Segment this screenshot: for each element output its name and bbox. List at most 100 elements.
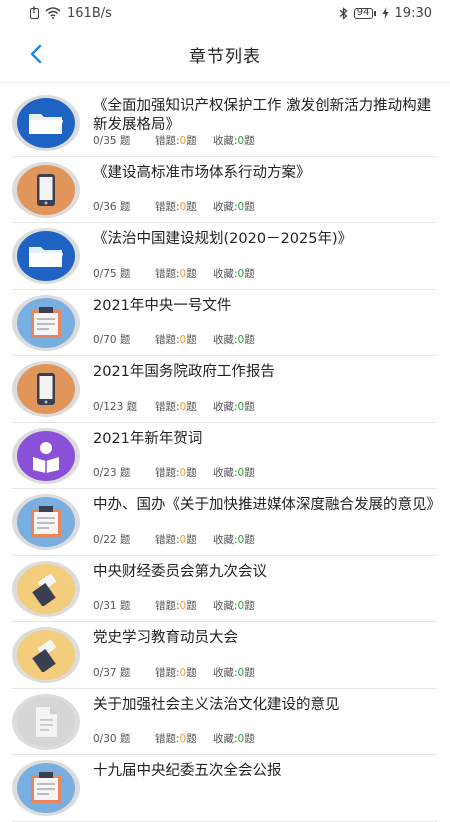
chapter-title: 关于加强社会主义法治文化建设的意见 (93, 696, 340, 713)
chapter-list-item-9[interactable]: 党史学习教育动员大会 0/37 题 错题:0题 收藏:0题 (12, 622, 437, 689)
chapter-text: 2021年中央一号文件 (93, 297, 437, 316)
favorite-label: 收藏: (213, 334, 238, 346)
chapter-title: 2021年国务院政府工作报告 (93, 364, 275, 380)
folder-icon (29, 247, 63, 267)
wrong-count: 错题:0题 (155, 532, 213, 547)
wrong-label: 错题: (155, 600, 180, 612)
question-count: 0/30 题 (93, 733, 131, 745)
favorite-count: 收藏:0题 (213, 731, 255, 746)
favorite-count: 收藏:0题 (213, 665, 255, 680)
chapter-title: 2021年中央一号文件 (93, 297, 232, 314)
wrong-count: 错题:0题 (155, 133, 213, 148)
network-speed: 161B/s (67, 5, 112, 21)
chapter-list-item-3[interactable]: 《法治中国建设规划(2020－2025年)》 0/75 题 错题:0题 收藏:0… (12, 223, 437, 290)
favorite-label: 收藏: (213, 400, 238, 413)
chapter-stats: 0/70 题 错题:0题 收藏:0题 (93, 332, 255, 347)
status-left: 161B/s (30, 6, 112, 21)
stamp-icon (32, 572, 57, 606)
wrong-count: 错题:0题 (155, 465, 213, 480)
chapter-stats: 0/123 题 错题:0题 收藏:0题 (93, 399, 255, 414)
header: 章节列表 (0, 26, 450, 83)
wrong-unit: 题 (186, 666, 197, 679)
question-count: 0/123 题 (93, 400, 138, 413)
folder-icon (29, 114, 63, 134)
chapter-text: 中央财经委员会第九次会议 (93, 563, 437, 582)
back-button[interactable] (22, 40, 50, 68)
chapter-list-item-2[interactable]: 《建设高标准市场体系行动方案》 0/36 题 错题:0题 收藏:0题 (12, 157, 437, 223)
wrong-count: 错题:0题 (155, 665, 213, 680)
chapter-title: 《法治中国建设规划(2020－2025年)》 (93, 231, 353, 247)
chapter-list-item-5[interactable]: 2021年国务院政府工作报告 0/123 题 错题:0题 收藏:0题 (12, 356, 437, 423)
chapter-list-item-4[interactable]: 2021年中央一号文件 0/70 题 错题:0题 收藏:0题 (12, 290, 437, 356)
favorite-count: 收藏:0题 (213, 399, 255, 414)
chapter-list: 《全面加强知识产权保护工作 激发创新活力推动构建新发展格局》 0/35 题 错题… (0, 90, 450, 822)
chapter-thumbnail-inner (17, 497, 75, 547)
chapter-title: 党史学习教育动员大会 (93, 630, 238, 646)
wrong-label: 错题: (155, 267, 180, 280)
chapter-text: 关于加强社会主义法治文化建设的意见 (93, 696, 437, 715)
phone-icon (37, 173, 55, 206)
document-icon (36, 706, 57, 737)
favorite-count: 收藏:0题 (213, 199, 255, 214)
reader-icon (33, 441, 59, 473)
chapter-thumbnail-inner (17, 164, 75, 215)
chapter-text: 2021年新年贺词 (93, 430, 437, 449)
chapter-text: 中办、国办《关于加快推进媒体深度融合发展的意见》 (93, 496, 437, 515)
chapter-text: 《法治中国建设规划(2020－2025年)》 (93, 230, 437, 249)
status-right: 94 19:30 (339, 6, 432, 21)
chapter-thumbnail (12, 427, 80, 484)
wrong-unit: 题 (186, 267, 197, 280)
wrong-label: 错题: (155, 134, 180, 147)
chapter-thumbnail-inner (17, 563, 75, 614)
clipboard-icon (31, 306, 61, 338)
chapter-list-item-8[interactable]: 中央财经委员会第九次会议 0/31 题 错题:0题 收藏:0题 (12, 556, 437, 622)
battery-level: 94 (353, 7, 373, 19)
chapter-stats: 0/23 题 错题:0题 收藏:0题 (93, 465, 255, 480)
chapter-text: 党史学习教育动员大会 (93, 629, 437, 648)
wrong-count: 错题:0题 (155, 332, 213, 347)
chapter-thumbnail-inner (17, 364, 75, 414)
chapter-text: 《全面加强知识产权保护工作 激发创新活力推动构建新发展格局》 (93, 97, 437, 135)
chapter-list-item-7[interactable]: 中办、国办《关于加快推进媒体深度融合发展的意见》 0/22 题 错题:0题 收藏… (12, 489, 437, 556)
favorite-count: 收藏:0题 (213, 266, 255, 281)
chapter-thumbnail (12, 760, 80, 816)
chapter-list-item-1[interactable]: 《全面加强知识产权保护工作 激发创新活力推动构建新发展格局》 0/35 题 错题… (12, 90, 437, 157)
chapter-list-item-11[interactable]: 十九届中央纪委五次全会公报 (12, 755, 437, 822)
chapter-title: 十九届中央纪委五次全会公报 (93, 763, 282, 779)
chapter-thumbnail (12, 95, 80, 151)
favorite-unit: 题 (244, 600, 255, 612)
chapter-title: 《全面加强知识产权保护工作 激发创新活力推动构建新发展格局》 (93, 98, 432, 133)
chapter-title: 2021年新年贺词 (93, 430, 203, 447)
wrong-label: 错题: (155, 733, 180, 745)
chapter-thumbnail (12, 228, 80, 284)
wrong-unit: 题 (186, 134, 197, 147)
question-count: 0/70 题 (93, 334, 131, 346)
favorite-unit: 题 (244, 733, 255, 745)
favorite-unit: 题 (244, 267, 255, 280)
question-count: 0/35 题 (93, 134, 131, 147)
favorite-count: 收藏:0题 (213, 465, 255, 480)
favorite-label: 收藏: (213, 267, 238, 280)
chapter-title: 中办、国办《关于加快推进媒体深度融合发展的意见》 (93, 497, 437, 513)
wrong-unit: 题 (186, 400, 197, 413)
wifi-icon (45, 7, 61, 19)
wrong-count: 错题:0题 (155, 598, 213, 613)
battery-tip (373, 10, 376, 16)
chapter-stats: 0/22 题 错题:0题 收藏:0题 (93, 532, 255, 547)
chapter-thumbnail (12, 294, 80, 351)
favorite-unit: 题 (244, 467, 255, 479)
favorite-label: 收藏: (213, 201, 238, 213)
chapter-stats: 0/30 题 错题:0题 收藏:0题 (93, 731, 255, 746)
phone-icon (37, 373, 55, 405)
wrong-label: 错题: (155, 533, 180, 546)
chapter-thumbnail (12, 627, 80, 683)
favorite-label: 收藏: (213, 533, 238, 546)
chapter-list-item-10[interactable]: 关于加强社会主义法治文化建设的意见 0/30 题 错题:0题 收藏:0题 (12, 689, 437, 755)
chapter-thumbnail-inner (17, 430, 75, 481)
chapter-thumbnail (12, 560, 80, 617)
chapter-text: 十九届中央纪委五次全会公报 (93, 762, 437, 781)
favorite-label: 收藏: (213, 600, 238, 612)
chapter-list-item-6[interactable]: 2021年新年贺词 0/23 题 错题:0题 收藏:0题 (12, 423, 437, 489)
wrong-label: 错题: (155, 400, 180, 413)
favorite-unit: 题 (244, 533, 255, 546)
